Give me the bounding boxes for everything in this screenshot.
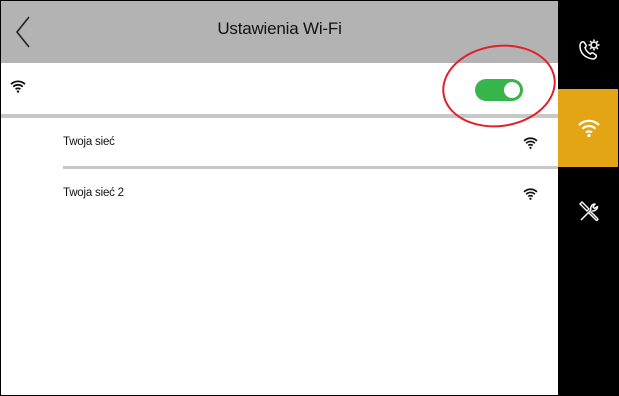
network-name: Twoja sieć 2	[63, 187, 124, 199]
chevron-left-icon	[15, 16, 30, 48]
main-panel: Ustawienia Wi-Fi Twoja sieć Twoja sieć 2	[1, 1, 562, 395]
wifi-signal-icon	[523, 187, 538, 205]
network-name: Twoja sieć	[63, 136, 115, 148]
wifi-icon	[578, 119, 600, 138]
screen: Ustawienia Wi-Fi Twoja sieć Twoja sieć 2	[0, 0, 619, 396]
tools-icon	[579, 201, 599, 222]
wifi-icon	[10, 80, 26, 98]
back-button[interactable]	[9, 11, 37, 53]
wifi-signal-icon	[523, 136, 538, 154]
phone-settings-icon	[579, 39, 600, 60]
sidebar-item-tools[interactable]	[558, 173, 618, 251]
sidebar-item-call-settings[interactable]	[558, 11, 618, 89]
page-title: Ustawienia Wi-Fi	[217, 19, 342, 38]
sidebar-item-wifi[interactable]	[558, 89, 618, 167]
network-list-item[interactable]: Twoja sieć 2	[1, 169, 558, 217]
sidebar	[558, 1, 618, 395]
